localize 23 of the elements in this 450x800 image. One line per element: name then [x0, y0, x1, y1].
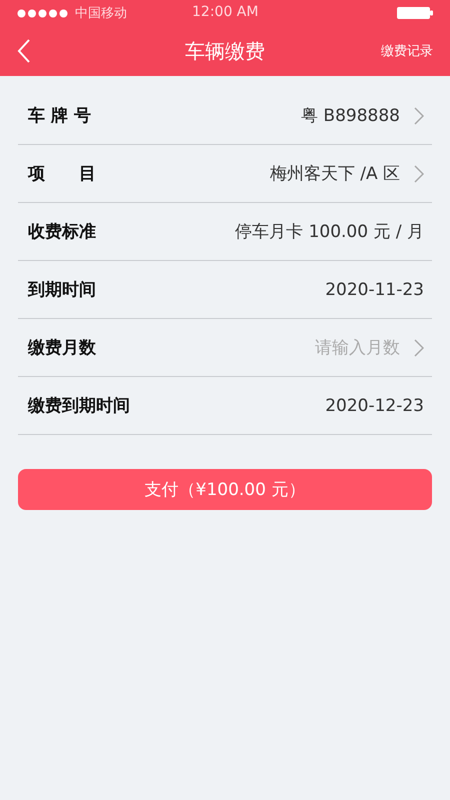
row-value: 2020-12-23	[325, 396, 424, 416]
payment-records-link[interactable]: 缴费记录	[381, 42, 433, 60]
row-value: 粤 B898888	[301, 105, 400, 127]
row-value: 停车月卡 100.00 元 / 月	[235, 221, 424, 243]
months-input[interactable]: 请输入月数	[290, 338, 400, 358]
form-row[interactable]: 车 牌 号 粤 B898888	[18, 87, 432, 145]
back-button[interactable]	[17, 39, 31, 63]
carrier-name: 中国移动	[75, 5, 127, 22]
row-value: 梅州客天下 /A 区	[270, 163, 400, 185]
form-row[interactable]: 缴费月数 请输入月数	[18, 319, 432, 377]
row-label: 缴费月数	[28, 337, 96, 359]
row-label: 项 目	[28, 163, 96, 185]
battery-icon	[397, 7, 433, 19]
page-title: 车辆缴费	[185, 38, 265, 64]
row-label: 车 牌 号	[28, 105, 91, 127]
row-label: 到期时间	[28, 279, 96, 301]
signal-icon	[17, 8, 69, 18]
row-label: 缴费到期时间	[28, 395, 130, 417]
row-label: 收费标准	[28, 221, 96, 243]
back-icon	[17, 39, 31, 63]
row-value: 2020-11-23	[325, 280, 424, 300]
status-time: 12:00 AM	[192, 4, 258, 20]
form-row[interactable]: 项 目 梅州客天下 /A 区	[18, 145, 432, 203]
